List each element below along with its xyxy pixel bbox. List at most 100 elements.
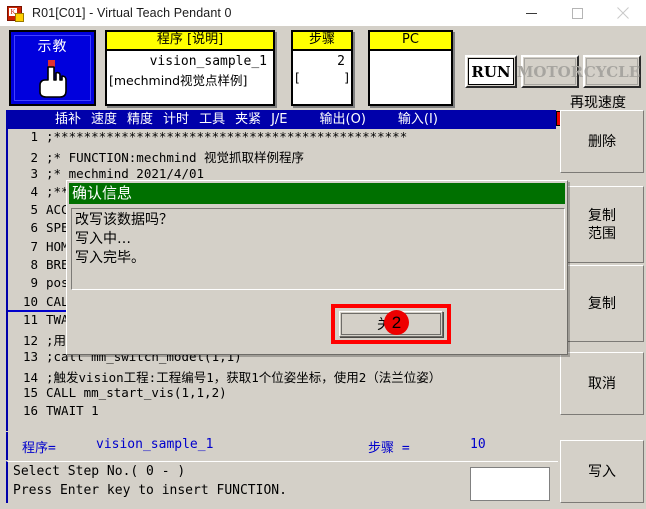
- code-line[interactable]: 1 ;**************************************…: [8, 129, 558, 147]
- status-step-value: 10: [470, 437, 486, 452]
- code-line-text: ;* mechmind 2021/4/01: [46, 165, 205, 181]
- program-field-note: [mechmind视觉点样例]: [109, 73, 248, 88]
- side-button-copy-range[interactable]: 复制 范围: [560, 186, 644, 263]
- step-bracket-right: ]: [344, 70, 349, 85]
- window-bottom-edge: [0, 503, 646, 509]
- program-field-header: 程序 [说明]: [107, 32, 273, 51]
- virtual-teach-pendant-window: K R01[C01] - Virtual Teach Pendant 0 示教 …: [0, 0, 646, 509]
- top-panel: 示教 程序 [说明] vision_sample_1 [mechmind视觉点样…: [0, 26, 646, 126]
- side-button-delete-label: 删除: [588, 133, 616, 150]
- program-field-value: vision_sample_1: [149, 54, 267, 69]
- maximize-icon: [571, 7, 583, 19]
- side-button-copy-label: 复制: [588, 295, 616, 312]
- pc-field-note: [370, 54, 451, 55]
- status-bar: 程序= vision_sample_1 步骤 = 10: [6, 432, 558, 460]
- code-line[interactable]: 16 TWAIT 1: [8, 403, 558, 421]
- program-field[interactable]: 程序 [说明] vision_sample_1 [mechmind视觉点样例]: [105, 30, 275, 106]
- window-title: R01[C01] - Virtual Teach Pendant 0: [32, 6, 232, 20]
- status-step-label: 步骤 =: [368, 441, 410, 456]
- confirm-dialog-line-1: 改写该数据吗？: [75, 212, 173, 228]
- menu-item-input[interactable]: 输入(I): [393, 110, 443, 129]
- code-line-number: 9: [30, 275, 38, 291]
- side-button-cancel[interactable]: 取消: [560, 352, 644, 415]
- side-button-copy-range-label: 复制 范围: [588, 207, 616, 243]
- step-number-input[interactable]: [470, 467, 550, 501]
- code-line-text: TWAIT 1: [46, 403, 99, 419]
- code-line-number: 2: [30, 150, 38, 166]
- menu-item-je[interactable]: J/E: [266, 110, 292, 129]
- status-program-label: 程序=: [22, 441, 56, 456]
- copy-range-line2: 范围: [588, 225, 616, 242]
- maximize-button[interactable]: [554, 0, 600, 26]
- run-status-button[interactable]: RUN: [465, 55, 517, 88]
- step-bracket-left: [: [295, 70, 300, 85]
- app-icon: K: [7, 5, 24, 22]
- code-line[interactable]: 2 ;* FUNCTION:mechmind 视觉抓取样例程序: [8, 147, 558, 165]
- code-line-number: 4: [30, 183, 38, 199]
- code-line-text: ;用: [46, 333, 67, 349]
- confirm-dialog-body: 改写该数据吗？ 写入中… 写入完毕。: [71, 208, 565, 290]
- status-program-value: vision_sample_1: [96, 437, 214, 452]
- step-field[interactable]: 步骤 2 [ ]: [291, 30, 353, 106]
- close-button[interactable]: [600, 0, 646, 26]
- menu-item-tool[interactable]: 工具: [194, 110, 230, 129]
- code-line-number: 15: [22, 385, 38, 401]
- playback-speed-label: 再现速度: [570, 95, 626, 111]
- code-line-text: ;***************************************…: [46, 129, 408, 144]
- code-line-text: CALL mm_start_vis(1,1,2): [46, 385, 227, 401]
- step-field-header: 步骤: [293, 32, 351, 51]
- code-line-number: 3: [30, 165, 38, 181]
- confirm-dialog-line-3: 写入完毕。: [75, 250, 145, 266]
- cycle-status-label: CYCLE: [584, 58, 640, 85]
- teach-mode-button[interactable]: 示教: [9, 30, 96, 106]
- menu-item-timer[interactable]: 计时: [158, 110, 194, 129]
- step-badge-2: 2: [384, 310, 409, 335]
- side-button-write[interactable]: 写入: [560, 440, 644, 503]
- minimize-icon: [525, 12, 537, 14]
- menu-item-interp[interactable]: 插补: [50, 110, 86, 129]
- step-field-brackets: [ ]: [293, 69, 351, 85]
- menu-item-accuracy[interactable]: 精度: [122, 110, 158, 129]
- confirm-dialog-title: 确认信息: [69, 183, 565, 204]
- code-line-number: 6: [30, 220, 38, 236]
- minimize-button[interactable]: [508, 0, 554, 26]
- copy-range-line1: 复制: [588, 207, 616, 224]
- code-line-number: 14: [22, 369, 38, 385]
- side-button-copy[interactable]: 复制: [560, 265, 644, 342]
- code-line-number: 11: [22, 311, 38, 327]
- side-button-delete[interactable]: 删除: [560, 110, 644, 173]
- window-controls: [508, 0, 646, 26]
- pc-field-header: PC: [370, 32, 451, 51]
- menu-item-speed[interactable]: 速度: [86, 110, 122, 129]
- code-line-text: ;触发vision工程:工程编号1，获取1个位姿坐标，使用2（法兰位姿）: [46, 369, 442, 385]
- titlebar: K R01[C01] - Virtual Teach Pendant 0: [0, 0, 646, 27]
- code-line-number: 13: [22, 348, 38, 364]
- code-line-number: 1: [30, 129, 38, 144]
- code-line-number: 8: [30, 257, 38, 273]
- code-line-text: ;* FUNCTION:mechmind 视觉抓取样例程序: [46, 150, 305, 166]
- pointing-hand-icon: [36, 58, 70, 103]
- run-status-label: RUN: [468, 58, 514, 85]
- menubar: 插补 速度 精度 计时 工具 夹紧 J/E 输出(O) 输入(I): [6, 110, 556, 129]
- step-field-value: 2: [337, 54, 345, 69]
- confirm-dialog-line-2: 写入中…: [75, 231, 131, 247]
- cycle-status-button[interactable]: CYCLE: [583, 55, 641, 88]
- code-line[interactable]: 14 ;触发vision工程:工程编号1，获取1个位姿坐标，使用2（法兰位姿）: [8, 367, 558, 385]
- side-button-cancel-label: 取消: [588, 375, 616, 392]
- teach-mode-label: 示教: [37, 39, 68, 55]
- motor-status-button[interactable]: MOTOR: [517, 55, 583, 88]
- menu-item-clamp[interactable]: 夹紧: [230, 110, 266, 129]
- close-icon: [617, 7, 629, 19]
- pc-field[interactable]: PC: [368, 30, 453, 106]
- code-line-number: 16: [22, 403, 38, 419]
- code-line[interactable]: 15 CALL mm_start_vis(1,1,2): [8, 385, 558, 403]
- menu-item-output[interactable]: 输出(O): [315, 110, 371, 129]
- motor-status-label: MOTOR: [517, 58, 583, 85]
- code-line-number: 10: [22, 293, 38, 309]
- confirm-dialog: 确认信息 改写该数据吗？ 写入中… 写入完毕。 关闭: [66, 180, 568, 355]
- message-panel: Select Step No.( 0 - ) Press Enter key t…: [6, 461, 558, 508]
- side-button-write-label: 写入: [588, 463, 616, 480]
- code-line-number: 5: [30, 202, 38, 218]
- code-line-number: 7: [30, 238, 38, 254]
- code-line-number: 12: [22, 333, 38, 349]
